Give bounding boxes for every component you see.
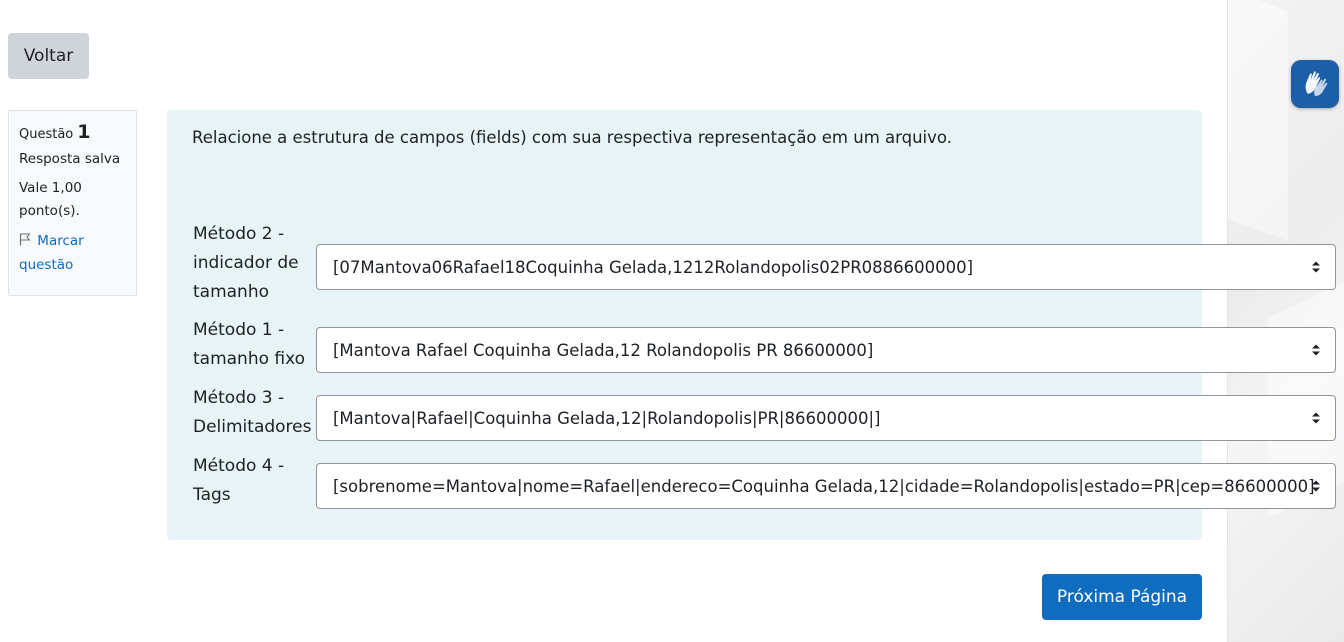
select-value: [07Mantova06Rafael18Coquinha Gelada,1212… (333, 257, 974, 277)
match-row-label: Método 1 - tamanho fixo (193, 316, 311, 374)
flag-question-link[interactable]: Marcar questão (19, 230, 126, 277)
select-value: [Mantova|Rafael|Coquinha Gelada,12|Rolan… (333, 408, 881, 428)
match-select-1[interactable]: [07Mantova06Rafael18Coquinha Gelada,1212… (316, 244, 1336, 290)
flag-link-label-line1[interactable]: Marcar (37, 233, 83, 249)
quiz-page: Voltar Questão 1 Resposta salva Vale 1,0… (0, 0, 1344, 642)
flag-icon (19, 231, 33, 254)
select-value: [Mantova Rafael Coquinha Gelada,12 Rolan… (333, 340, 874, 360)
label-line: Método 3 - (193, 388, 285, 408)
question-label: Questão (19, 127, 74, 142)
question-info-panel: Questão 1 Resposta salva Vale 1,00 ponto… (8, 110, 137, 296)
match-select-4[interactable]: [sobrenome=Mantova|nome=Rafael|endereco=… (316, 463, 1336, 509)
select-caret-icon (1312, 261, 1320, 273)
decorative-shape (1228, 0, 1288, 241)
question-grade-line2: ponto(s). (19, 203, 80, 219)
label-line: Tags (193, 485, 231, 505)
label-line: Método 4 - (193, 456, 285, 476)
question-content-panel: Relacione a estrutura de campos (fields)… (167, 110, 1336, 540)
match-row-label: Método 4 - Tags (193, 452, 311, 510)
question-status: Resposta salva (19, 151, 121, 167)
question-number-value: 1 (77, 121, 91, 143)
question-prompt: Relacione a estrutura de campos (fields)… (192, 128, 952, 147)
next-page-button[interactable]: Próxima Página (1042, 574, 1202, 620)
match-select-2[interactable]: [Mantova Rafael Coquinha Gelada,12 Rolan… (316, 327, 1336, 373)
label-line: tamanho fixo (193, 349, 306, 369)
select-caret-icon (1312, 480, 1320, 492)
label-line: tamanho (193, 282, 270, 302)
back-button[interactable]: Voltar (8, 33, 89, 79)
question-number: Questão 1 (19, 121, 126, 146)
vlibras-accessibility-button[interactable] (1291, 60, 1339, 108)
label-line: indicador de (193, 253, 299, 273)
select-caret-icon (1312, 412, 1320, 424)
label-line: Método 1 - (193, 320, 285, 340)
label-line: Método 2 - (193, 224, 285, 244)
match-row-label: Método 3 - Delimitadores (193, 384, 312, 442)
label-line: Delimitadores (193, 417, 312, 437)
match-row-label: Método 2 - indicador de tamanho (193, 220, 311, 307)
question-grade-line1: Vale 1,00 (19, 180, 82, 196)
sign-language-hands-icon (1305, 71, 1328, 96)
select-caret-icon (1312, 344, 1320, 356)
flag-link-label-line2[interactable]: questão (19, 257, 73, 273)
select-value: [sobrenome=Mantova|nome=Rafael|endereco=… (333, 476, 1315, 496)
match-select-3[interactable]: [Mantova|Rafael|Coquinha Gelada,12|Rolan… (316, 395, 1336, 441)
